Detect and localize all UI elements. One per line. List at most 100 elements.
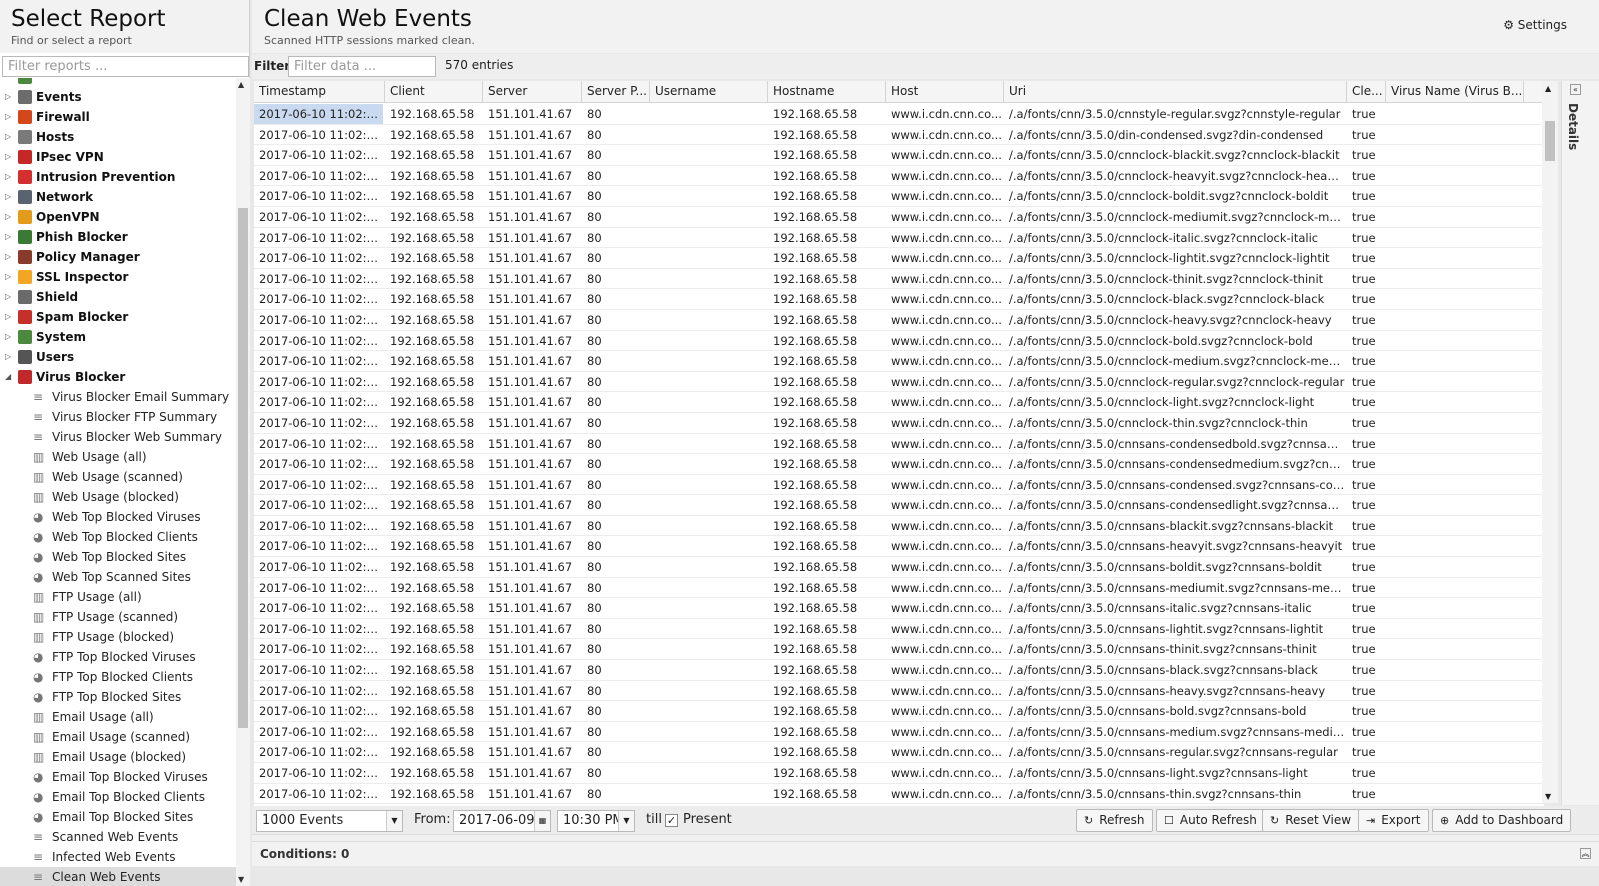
table-row[interactable]: 2017-06-10 11:02:4... 192.168.65.58 151.10… bbox=[254, 763, 1544, 784]
scrollbar-thumb[interactable] bbox=[238, 208, 248, 728]
tree-category-item[interactable]: ▷ Firewall bbox=[0, 107, 236, 127]
details-label[interactable]: Details bbox=[1566, 103, 1580, 150]
chevron-right-icon[interactable]: ▷ bbox=[5, 267, 11, 287]
column-header[interactable]: Uri bbox=[1004, 81, 1347, 103]
column-header[interactable]: Cle... bbox=[1347, 81, 1386, 103]
tree-report-item[interactable]: ▥ Web Usage (blocked) bbox=[0, 487, 236, 507]
export-button[interactable]: ⇥ Export bbox=[1358, 809, 1429, 832]
table-row[interactable]: 2017-06-10 11:02:5... 192.168.65.58 151.10… bbox=[254, 413, 1544, 434]
chevron-right-icon[interactable]: ▷ bbox=[5, 227, 11, 247]
table-row[interactable]: 2017-06-10 11:02:5... 192.168.65.58 151.10… bbox=[254, 207, 1544, 228]
calendar-icon[interactable]: ▦ bbox=[534, 811, 550, 831]
chevron-right-icon[interactable]: ▷ bbox=[5, 187, 11, 207]
table-row[interactable]: 2017-06-10 11:02:5... 192.168.65.58 151.10… bbox=[254, 331, 1544, 352]
tree-report-item[interactable]: ▥ Web Usage (scanned) bbox=[0, 467, 236, 487]
tree-report-item[interactable]: ▥ Email Usage (blocked) bbox=[0, 747, 236, 767]
tree-category-item[interactable]: ▷ System bbox=[0, 327, 236, 347]
settings-button[interactable]: ⚙ Settings bbox=[1503, 18, 1567, 32]
table-row[interactable]: 2017-06-10 11:02:5... 192.168.65.58 151.10… bbox=[254, 186, 1544, 207]
chevron-right-icon[interactable]: ▷ bbox=[5, 167, 11, 187]
table-row[interactable]: 2017-06-10 11:02:4... 192.168.65.58 151.10… bbox=[254, 681, 1544, 702]
tree-report-item[interactable]: ≡ Scanned Web Events bbox=[0, 827, 236, 847]
tree-category-item[interactable]: ▷ Phish Blocker bbox=[0, 227, 236, 247]
table-row[interactable]: 2017-06-10 11:02:4... 192.168.65.58 151.10… bbox=[254, 578, 1544, 599]
tree-report-item[interactable]: ◕ Web Top Blocked Sites bbox=[0, 547, 236, 567]
tree-category-item[interactable]: ▷ Spam Blocker bbox=[0, 307, 236, 327]
tree-category-item[interactable]: ▷ Users bbox=[0, 347, 236, 367]
add-to-dashboard-button[interactable]: ⊕ Add to Dashboard bbox=[1432, 809, 1572, 832]
scroll-down-icon[interactable]: ▼ bbox=[1545, 792, 1551, 801]
tree-report-item[interactable]: ◕ FTP Top Blocked Viruses bbox=[0, 647, 236, 667]
table-row[interactable]: 2017-06-10 11:02:5... 192.168.65.58 151.10… bbox=[254, 248, 1544, 269]
tree-report-item[interactable]: ◕ FTP Top Blocked Clients bbox=[0, 667, 236, 687]
scroll-up-icon[interactable]: ▲ bbox=[238, 80, 244, 89]
table-row[interactable]: 2017-06-10 11:02:4... 192.168.65.58 151.10… bbox=[254, 784, 1544, 805]
tree-report-item[interactable]: ▥ Email Usage (scanned) bbox=[0, 727, 236, 747]
table-row[interactable]: 2017-06-10 11:02:5... 192.168.65.58 151.10… bbox=[254, 289, 1544, 310]
table-row[interactable]: 2017-06-10 11:02:4... 192.168.65.58 151.10… bbox=[254, 495, 1544, 516]
tree-report-item[interactable]: ▥ Web Usage (all) bbox=[0, 447, 236, 467]
tree-report-item[interactable]: ≡ Clean Web Events bbox=[0, 867, 236, 886]
table-row[interactable]: 2017-06-10 11:02:5... 192.168.65.58 151.10… bbox=[254, 269, 1544, 290]
report-tree-scrollbar[interactable]: ▲ ▼ bbox=[236, 78, 250, 886]
conditions-splitter[interactable] bbox=[252, 834, 1599, 841]
tree-category-item[interactable]: ▷ OpenVPN bbox=[0, 207, 236, 227]
auto-refresh-button[interactable]: ☐ Auto Refresh bbox=[1156, 809, 1265, 832]
tree-category-item[interactable]: ▷ Intrusion Prevention bbox=[0, 167, 236, 187]
chevron-down-icon[interactable]: ▼ bbox=[618, 811, 634, 831]
reset-view-button[interactable]: ↻ Reset View bbox=[1262, 809, 1360, 832]
table-row[interactable]: 2017-06-10 11:02:4... 192.168.65.58 151.10… bbox=[254, 722, 1544, 743]
tree-category-item[interactable]: ▷ Policy Manager bbox=[0, 247, 236, 267]
chevron-right-icon[interactable]: ▷ bbox=[5, 307, 11, 327]
chevron-right-icon[interactable]: ▷ bbox=[5, 207, 11, 227]
table-row[interactable]: 2017-06-10 11:02:5... 192.168.65.58 151.10… bbox=[254, 434, 1544, 455]
table-row[interactable]: 2017-06-10 11:02:5... 192.168.65.58 151.10… bbox=[254, 125, 1544, 146]
tree-report-item[interactable]: ◕ Web Top Scanned Sites bbox=[0, 567, 236, 587]
scrollbar-thumb[interactable] bbox=[1545, 121, 1555, 161]
tree-report-item[interactable]: ≡ Infected Web Events bbox=[0, 847, 236, 867]
grid-scrollbar[interactable]: ▲ ▼ bbox=[1542, 81, 1558, 803]
tree-category-item[interactable]: ▷ Shield bbox=[0, 287, 236, 307]
chevron-down-icon[interactable]: ▼ bbox=[386, 811, 402, 831]
table-row[interactable]: 2017-06-10 11:02:5... 192.168.65.58 151.10… bbox=[254, 104, 1544, 125]
table-row[interactable]: 2017-06-10 11:02:4... 192.168.65.58 151.10… bbox=[254, 516, 1544, 537]
chevron-right-icon[interactable]: ▷ bbox=[5, 287, 11, 307]
expand-conditions-icon[interactable]: ︽ bbox=[1580, 848, 1591, 859]
table-row[interactable]: 2017-06-10 11:02:5... 192.168.65.58 151.10… bbox=[254, 228, 1544, 249]
tree-report-item[interactable]: ≡ Virus Blocker Email Summary bbox=[0, 387, 236, 407]
table-row[interactable]: 2017-06-10 11:02:4... 192.168.65.58 151.10… bbox=[254, 701, 1544, 722]
column-header[interactable]: Username bbox=[650, 81, 768, 103]
tree-category-item[interactable]: ▷ IPsec VPN bbox=[0, 147, 236, 167]
table-row[interactable]: 2017-06-10 11:02:5... 192.168.65.58 151.10… bbox=[254, 145, 1544, 166]
from-time-field[interactable]: 10:30 PM ▼ bbox=[557, 810, 635, 832]
tree-report-item[interactable]: ◕ FTP Top Blocked Sites bbox=[0, 687, 236, 707]
tree-report-item[interactable]: ◕ Email Top Blocked Clients bbox=[0, 787, 236, 807]
scroll-down-icon[interactable]: ▼ bbox=[238, 875, 244, 884]
table-row[interactable]: 2017-06-10 11:02:4... 192.168.65.58 151.10… bbox=[254, 742, 1544, 763]
tree-category-item[interactable]: ▷ Events bbox=[0, 87, 236, 107]
table-row[interactable]: 2017-06-10 11:02:4... 192.168.65.58 151.10… bbox=[254, 536, 1544, 558]
tree-report-item[interactable]: ◕ Web Top Blocked Clients bbox=[0, 527, 236, 547]
column-header[interactable]: Client bbox=[385, 81, 483, 103]
chevron-right-icon[interactable]: ▷ bbox=[5, 347, 11, 367]
conditions-bar[interactable]: Conditions: 0 ︽ bbox=[252, 841, 1599, 866]
chevron-right-icon[interactable]: ▷ bbox=[5, 147, 11, 167]
column-header[interactable]: Host bbox=[886, 81, 1004, 103]
tree-report-item[interactable]: ▥ FTP Usage (all) bbox=[0, 587, 236, 607]
table-row[interactable]: 2017-06-10 11:02:4... 192.168.65.58 151.10… bbox=[254, 557, 1544, 578]
column-header[interactable]: Server bbox=[483, 81, 582, 103]
chevron-right-icon[interactable]: ▷ bbox=[5, 247, 11, 267]
tree-category-item[interactable]: ▷ SSL Inspector bbox=[0, 267, 236, 287]
chevron-right-icon[interactable]: ▷ bbox=[5, 127, 11, 147]
event-limit-select[interactable]: 1000 Events ▼ bbox=[256, 810, 403, 832]
table-row[interactable]: 2017-06-10 11:02:4... 192.168.65.58 151.10… bbox=[254, 660, 1544, 681]
tree-category-item[interactable]: ▷ Hosts bbox=[0, 127, 236, 147]
table-row[interactable]: 2017-06-10 11:02:4... 192.168.65.58 151.10… bbox=[254, 639, 1544, 661]
chevron-right-icon[interactable]: ▷ bbox=[5, 87, 11, 107]
tree-report-item[interactable]: ▥ Email Usage (all) bbox=[0, 707, 236, 727]
table-row[interactable]: 2017-06-10 11:02:5... 192.168.65.58 151.10… bbox=[254, 372, 1544, 393]
tree-report-item[interactable]: ◕ Email Top Blocked Viruses bbox=[0, 767, 236, 787]
column-header[interactable]: Server P... bbox=[582, 81, 650, 103]
table-row[interactable]: 2017-06-10 11:02:5... 192.168.65.58 151.10… bbox=[254, 310, 1544, 331]
tree-report-item[interactable]: ▥ FTP Usage (blocked) bbox=[0, 627, 236, 647]
